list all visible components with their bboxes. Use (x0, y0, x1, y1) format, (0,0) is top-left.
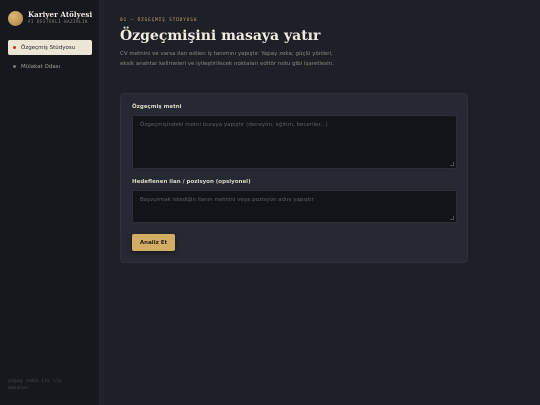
sidebar-item-resume-studio[interactable]: Özgeçmiş Stüdyosu (8, 40, 92, 55)
resume-form-panel: Özgeçmiş metni Özgeçmişindeki metni bura… (120, 93, 468, 263)
sidebar: Kariyer Atölyesi AI DESTEKLİ HAZIRLIK Öz… (0, 0, 100, 405)
page-subtitle: CV metnini ve varsa ilan edilen iş tanım… (120, 51, 334, 67)
resume-placeholder: Özgeçmişindeki metni buraya yapıştır (de… (140, 122, 328, 128)
sidebar-item-interview-room[interactable]: Mülakat Odası (8, 59, 92, 74)
page-title: Özgeçmişini masaya yatır (120, 28, 321, 44)
bullet-dot-icon (13, 65, 16, 68)
resume-field-label: Özgeçmiş metni (132, 104, 182, 110)
bullet-dot-icon (13, 46, 16, 49)
analyze-button[interactable]: Analiz Et (132, 234, 175, 251)
job-placeholder: Başvurmak istediğin ilanın metnini veya … (140, 197, 314, 203)
sidebar-footer: yapay zeka ile ilk adımlar (8, 379, 63, 391)
job-posting-textarea[interactable]: Başvurmak istediğin ilanın metnini veya … (132, 190, 457, 223)
brand: Kariyer Atölyesi AI DESTEKLİ HAZIRLIK (8, 10, 92, 26)
brand-tagline: AI DESTEKLİ HAZIRLIK (28, 19, 89, 24)
sidebar-item-label: Özgeçmiş Stüdyosu (21, 44, 76, 51)
brand-logo-icon (8, 11, 23, 26)
job-field-label: Hedeflenen ilan / pozisyon (opsiyonel) (132, 179, 251, 185)
section-eyebrow: 01 — ÖZGEÇMİŞ STÜDYOSU (120, 18, 198, 23)
resume-textarea[interactable]: Özgeçmişindeki metni buraya yapıştır (de… (132, 115, 457, 169)
resize-grip-icon[interactable] (450, 216, 454, 220)
sidebar-item-label: Mülakat Odası (21, 63, 61, 70)
resize-grip-icon[interactable] (450, 162, 454, 166)
brand-name: Kariyer Atölyesi (28, 10, 93, 19)
